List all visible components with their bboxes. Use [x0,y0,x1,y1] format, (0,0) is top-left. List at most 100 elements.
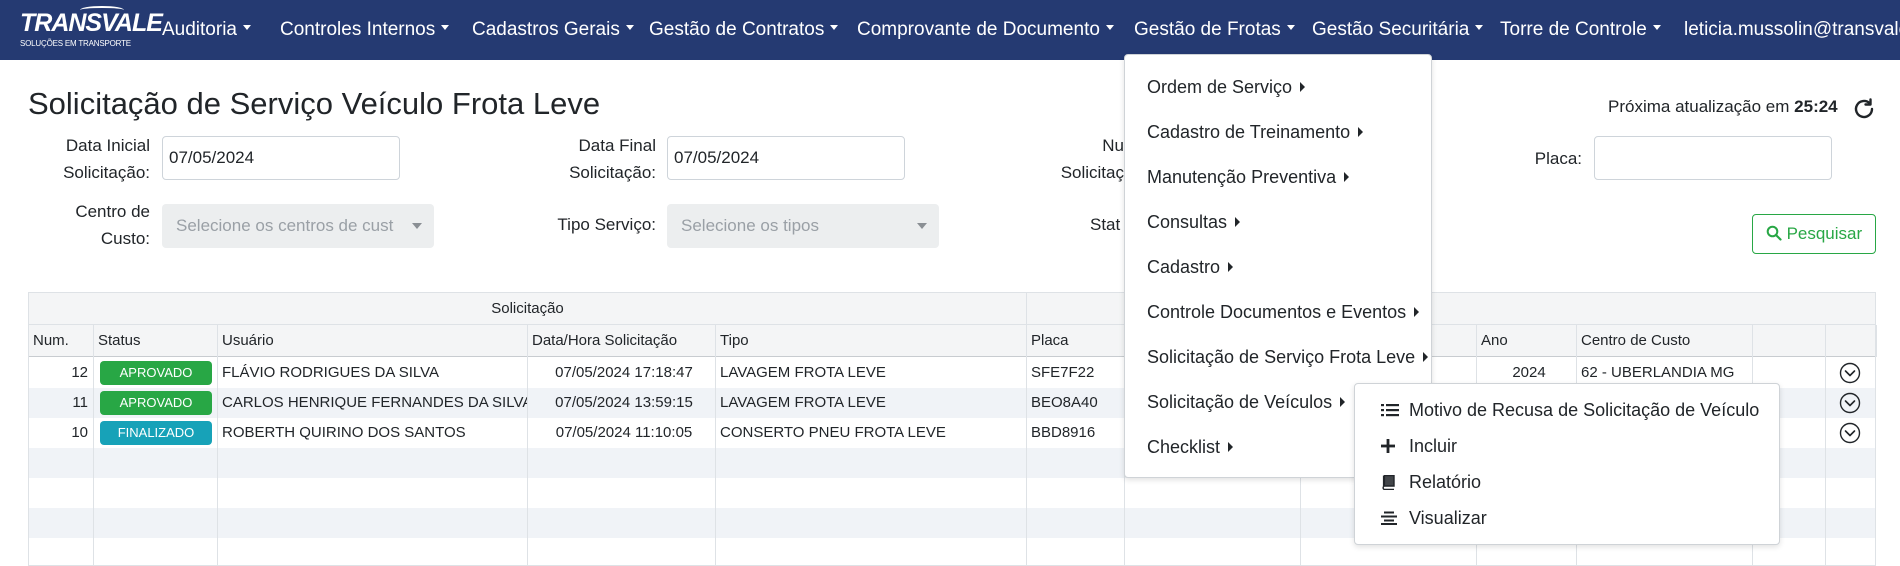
select-caret-icon [412,223,422,229]
top-navbar: TRANSVALE SOLUÇÕES EM TRANSPORTE Auditor… [0,0,1900,60]
caret-right-icon [1300,82,1306,93]
chevron-down-circle-icon[interactable] [1839,392,1861,414]
align-center-icon [1381,511,1397,525]
start-date-input[interactable]: 07/05/2024 [162,136,400,180]
group-solicitacao: Solicitação [29,293,1027,325]
plate-label: Placa: [1534,149,1582,168]
cell-datetime: 07/05/2024 13:59:15 [555,394,693,411]
table-group-header: Solicitação ulo [29,293,1875,325]
menu-cadastro-treinamento[interactable]: Cadastro de Treinamento [1147,120,1364,144]
cell-plate: BEO8A40 [1031,394,1098,411]
cost-center-select[interactable]: Selecione os centros de cust [162,204,434,248]
status-badge: FINALIZADO [100,421,212,445]
chevron-down-circle-icon[interactable] [1839,422,1861,444]
menu-ordem-servico[interactable]: Ordem de Serviço [1147,75,1306,99]
brand-logo[interactable]: TRANSVALE SOLUÇÕES EM TRANSPORTE [20,6,163,54]
grid-line [93,325,94,566]
caret-right-icon [1414,307,1420,318]
service-type-select[interactable]: Selecione os tipos [667,204,939,248]
caret-right-icon [1228,442,1234,453]
cell-num: 10 [71,424,88,441]
col-tipo[interactable]: Tipo [716,325,1027,357]
cell-num: 11 [72,394,88,411]
refresh-label: Próxima atualização em [1608,97,1790,116]
caret-right-icon [1358,127,1364,138]
cost-center-label: Centro de Custo: [75,202,150,248]
cell-status: APROVADO [94,358,218,388]
solicitacao-veiculos-submenu: Motivo de Recusa de Solicitação de Veícu… [1354,383,1780,545]
col-status[interactable]: Status [94,325,218,357]
brand-name: TRANSVALE [20,9,163,37]
status-badge: APROVADO [100,361,212,385]
caret-right-icon [1423,352,1429,363]
service-type-label: Tipo Serviço: [557,215,656,234]
grid-line [527,325,528,566]
cell-datetime: 07/05/2024 17:18:47 [555,364,693,381]
caret-down-icon [1475,25,1484,31]
caret-right-icon [1228,262,1234,273]
nav-controles-internos[interactable]: Controles Internos [280,17,450,43]
col-actions [1753,325,1877,357]
refresh-icon[interactable] [1852,97,1876,121]
menu-cadastro[interactable]: Cadastro [1147,255,1234,279]
cell-type: CONSERTO PNEU FROTA LEVE [720,424,946,441]
status-badge: APROVADO [100,391,212,415]
cell-status: APROVADO [94,388,218,418]
cell-status: FINALIZADO [94,418,218,448]
plus-icon [1381,439,1395,453]
list-icon [1381,404,1399,417]
caret-down-icon [830,25,839,31]
cell-type: LAVAGEM FROTA LEVE [720,364,886,381]
caret-right-icon [1235,217,1241,228]
refresh-countdown: Próxima atualização em 25:24 [1608,97,1838,117]
select-caret-icon [917,223,927,229]
nav-gestao-contratos[interactable]: Gestão de Contratos [649,17,839,43]
col-usuario[interactable]: Usuário [218,325,528,357]
grid-line [1825,325,1826,566]
grid-line [217,325,218,566]
menu-consultas[interactable]: Consultas [1147,210,1241,234]
cell-plate: BBD8916 [1031,424,1096,441]
brand-tagline: SOLUÇÕES EM TRANSPORTE [20,39,131,48]
menu-solicitacao-servico-frota-leve[interactable]: Solicitação de Serviço Frota Leve [1147,345,1429,369]
caret-right-icon [1344,172,1350,183]
col-datahora[interactable]: Data/Hora Solicitação [528,325,716,357]
nav-gestao-frotas[interactable]: Gestão de Frotas [1134,17,1295,43]
nav-torre-controle[interactable]: Torre de Controle [1500,17,1661,43]
plate-input[interactable] [1594,136,1832,180]
caret-down-icon [625,25,634,31]
nav-auditoria[interactable]: Auditoria [162,17,251,43]
menu-checklist[interactable]: Checklist [1147,435,1234,459]
cell-plate: SFE7F22 [1031,364,1095,381]
page-title: Solicitação de Serviço Veículo Frota Lev… [28,86,601,121]
caret-down-icon [1105,25,1114,31]
col-placa[interactable]: Placa [1027,325,1125,357]
menu-solicitacao-veiculos[interactable]: Solicitação de Veículos [1147,390,1346,414]
nav-cadastros-gerais[interactable]: Cadastros Gerais [472,17,634,43]
refresh-time: 25:24 [1794,97,1838,116]
search-button[interactable]: Pesquisar [1752,214,1876,254]
chevron-down-circle-icon[interactable] [1839,362,1861,384]
grid-line [715,325,716,566]
caret-right-icon [1340,397,1346,408]
status-label: Stat [1090,215,1121,234]
cell-num: 12 [71,364,88,381]
col-num[interactable]: Num. [29,325,94,357]
grid-line [1026,325,1027,566]
col-ano[interactable]: Ano [1477,325,1577,357]
nav-gestao-securitaria[interactable]: Gestão Securitária [1312,17,1484,43]
caret-down-icon [243,25,251,31]
end-date-label: Data Final Solicitação: [569,136,656,182]
start-date-label: Data Inicial Solicitação: [63,136,150,182]
menu-controle-documentos[interactable]: Controle Documentos e Eventos [1147,300,1420,324]
caret-down-icon [1286,25,1295,31]
nav-user-menu[interactable]: leticia.mussolin@transvale.com [1684,17,1900,43]
cell-user: ROBERTH QUIRINO DOS SANTOS [222,424,466,441]
request-number-label: Nu Solicitaç [1060,136,1124,182]
cell-type: LAVAGEM FROTA LEVE [720,394,886,411]
nav-comprovante-documento[interactable]: Comprovante de Documento [857,17,1114,43]
end-date-input[interactable]: 07/05/2024 [667,136,905,180]
col-centro-custo[interactable]: Centro de Custo [1577,325,1753,357]
caret-down-icon [441,25,450,31]
menu-manutencao-preventiva[interactable]: Manutenção Preventiva [1147,165,1350,189]
